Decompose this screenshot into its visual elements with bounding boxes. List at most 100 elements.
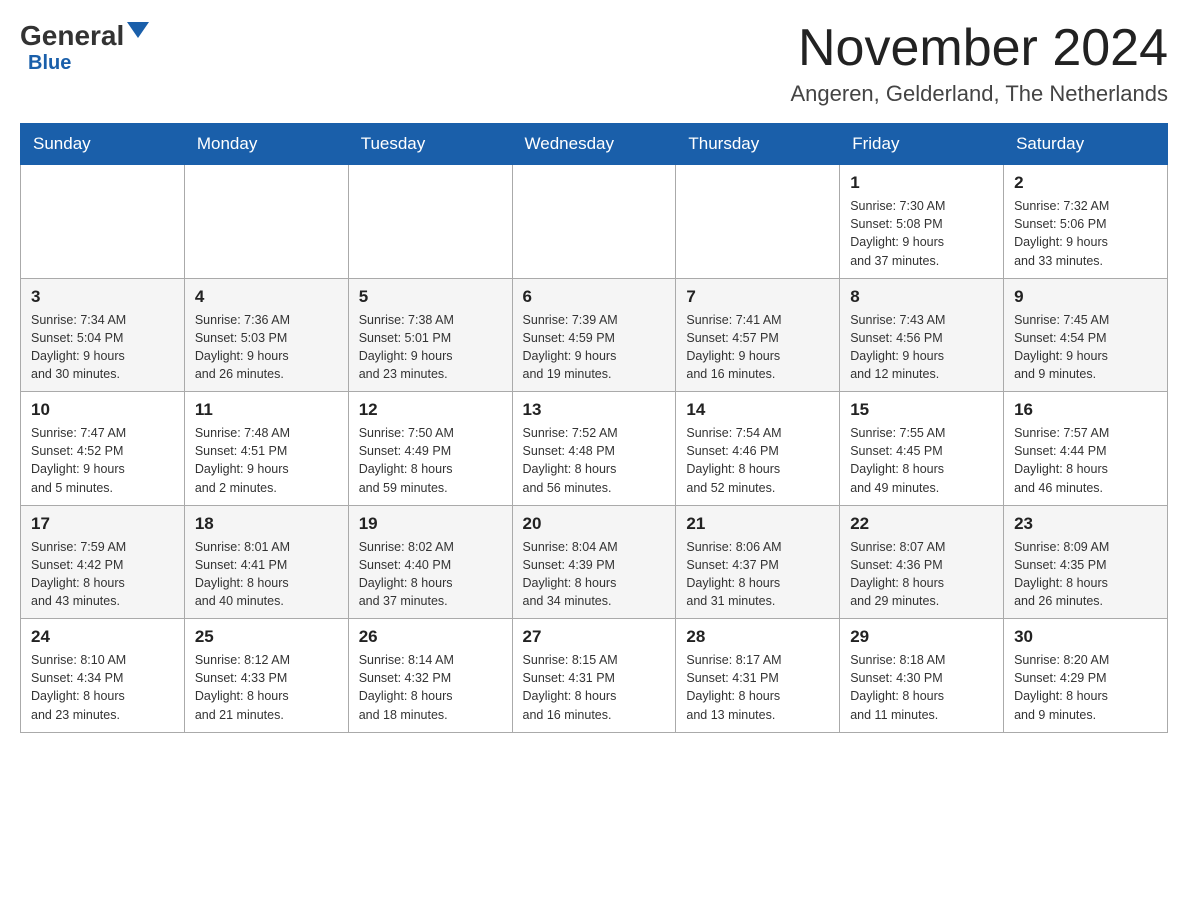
calendar-cell-w1-d2 (184, 165, 348, 279)
calendar-cell-w4-d6: 22 Sunrise: 8:07 AMSunset: 4:36 PMDayligh… (840, 505, 1004, 619)
calendar-cell-w1-d7: 2Sunrise: 7:32 AMSunset: 5:06 PMDaylight… (1004, 165, 1168, 279)
calendar-cell-w1-d4 (512, 165, 676, 279)
day-info: Sunrise: 8:15 AMSunset: 4:31 PMDaylight:… (523, 651, 666, 724)
day-number: 22 (850, 514, 993, 534)
day-info: Sunrise: 7:47 AMSunset: 4:52 PMDaylight:… (31, 424, 174, 497)
day-info: Sunrise: 7:54 AMSunset: 4:46 PMDaylight:… (686, 424, 829, 497)
calendar-cell-w2-d7: 9 Sunrise: 7:45 AMSunset: 4:54 PMDaylight… (1004, 278, 1168, 392)
day-number: 19 (359, 514, 502, 534)
calendar-cell-w4-d5: 21 Sunrise: 8:06 AMSunset: 4:37 PMDayligh… (676, 505, 840, 619)
calendar-cell-w5-d7: 30Sunrise: 8:20 AMSunset: 4:29 PMDayligh… (1004, 619, 1168, 733)
calendar-cell-w2-d6: 8Sunrise: 7:43 AMSunset: 4:56 PMDaylight… (840, 278, 1004, 392)
col-monday: Monday (184, 124, 348, 165)
calendar-cell-w3-d6: 15 Sunrise: 7:55 AMSunset: 4:45 PMDayligh… (840, 392, 1004, 506)
col-sunday: Sunday (21, 124, 185, 165)
calendar-cell-w5-d2: 25 Sunrise: 8:12 AMSunset: 4:33 PMDayligh… (184, 619, 348, 733)
day-number: 9 (1014, 287, 1157, 307)
day-number: 20 (523, 514, 666, 534)
calendar-header-row: Sunday Monday Tuesday Wednesday Thursday… (21, 124, 1168, 165)
day-info: Sunrise: 8:07 AMSunset: 4:36 PMDaylight:… (850, 538, 993, 611)
logo-icon (124, 28, 149, 44)
day-number: 7 (686, 287, 829, 307)
page-header: General Blue November 2024 Angeren, Geld… (20, 20, 1168, 107)
calendar-cell-w1-d5 (676, 165, 840, 279)
calendar-cell-w4-d2: 18 Sunrise: 8:01 AMSunset: 4:41 PMDayligh… (184, 505, 348, 619)
day-number: 12 (359, 400, 502, 420)
day-info: Sunrise: 8:14 AMSunset: 4:32 PMDaylight:… (359, 651, 502, 724)
calendar-cell-w4-d4: 20Sunrise: 8:04 AMSunset: 4:39 PMDayligh… (512, 505, 676, 619)
day-info: Sunrise: 7:55 AMSunset: 4:45 PMDaylight:… (850, 424, 993, 497)
col-tuesday: Tuesday (348, 124, 512, 165)
calendar-cell-w1-d3 (348, 165, 512, 279)
day-info: Sunrise: 7:38 AMSunset: 5:01 PMDaylight:… (359, 311, 502, 384)
day-info: Sunrise: 8:09 AMSunset: 4:35 PMDaylight:… (1014, 538, 1157, 611)
calendar-cell-w2-d3: 5 Sunrise: 7:38 AMSunset: 5:01 PMDaylight… (348, 278, 512, 392)
day-info: Sunrise: 8:12 AMSunset: 4:33 PMDaylight:… (195, 651, 338, 724)
calendar-cell-w4-d3: 19 Sunrise: 8:02 AMSunset: 4:40 PMDayligh… (348, 505, 512, 619)
day-number: 25 (195, 627, 338, 647)
calendar-cell-w4-d1: 17 Sunrise: 7:59 AMSunset: 4:42 PMDayligh… (21, 505, 185, 619)
day-info: Sunrise: 7:59 AMSunset: 4:42 PMDaylight:… (31, 538, 174, 611)
day-info: Sunrise: 8:02 AMSunset: 4:40 PMDaylight:… (359, 538, 502, 611)
calendar-cell-w1-d1 (21, 165, 185, 279)
calendar-cell-w3-d2: 11 Sunrise: 7:48 AMSunset: 4:51 PMDayligh… (184, 392, 348, 506)
col-wednesday: Wednesday (512, 124, 676, 165)
calendar-cell-w5-d1: 24 Sunrise: 8:10 AMSunset: 4:34 PMDayligh… (21, 619, 185, 733)
day-info: Sunrise: 7:39 AMSunset: 4:59 PMDaylight:… (523, 311, 666, 384)
calendar-cell-w2-d2: 4 Sunrise: 7:36 AMSunset: 5:03 PMDaylight… (184, 278, 348, 392)
day-number: 16 (1014, 400, 1157, 420)
day-number: 3 (31, 287, 174, 307)
day-info: Sunrise: 7:45 AMSunset: 4:54 PMDaylight:… (1014, 311, 1157, 384)
calendar-week-5: 24 Sunrise: 8:10 AMSunset: 4:34 PMDayligh… (21, 619, 1168, 733)
calendar-cell-w3-d5: 14Sunrise: 7:54 AMSunset: 4:46 PMDayligh… (676, 392, 840, 506)
calendar-week-2: 3 Sunrise: 7:34 AMSunset: 5:04 PMDaylight… (21, 278, 1168, 392)
calendar-cell-w5-d4: 27Sunrise: 8:15 AMSunset: 4:31 PMDayligh… (512, 619, 676, 733)
day-number: 15 (850, 400, 993, 420)
day-info: Sunrise: 7:36 AMSunset: 5:03 PMDaylight:… (195, 311, 338, 384)
calendar-cell-w5-d5: 28Sunrise: 8:17 AMSunset: 4:31 PMDayligh… (676, 619, 840, 733)
day-number: 13 (523, 400, 666, 420)
month-title: November 2024 (790, 20, 1168, 77)
logo: General Blue (20, 20, 149, 75)
day-number: 29 (850, 627, 993, 647)
day-info: Sunrise: 7:50 AMSunset: 4:49 PMDaylight:… (359, 424, 502, 497)
logo-general-text: General (20, 20, 124, 52)
day-info: Sunrise: 8:01 AMSunset: 4:41 PMDaylight:… (195, 538, 338, 611)
calendar-cell-w3-d4: 13Sunrise: 7:52 AMSunset: 4:48 PMDayligh… (512, 392, 676, 506)
day-info: Sunrise: 7:32 AMSunset: 5:06 PMDaylight:… (1014, 197, 1157, 270)
calendar-table: Sunday Monday Tuesday Wednesday Thursday… (20, 123, 1168, 733)
day-info: Sunrise: 8:20 AMSunset: 4:29 PMDaylight:… (1014, 651, 1157, 724)
col-thursday: Thursday (676, 124, 840, 165)
calendar-cell-w3-d1: 10Sunrise: 7:47 AMSunset: 4:52 PMDayligh… (21, 392, 185, 506)
day-info: Sunrise: 8:06 AMSunset: 4:37 PMDaylight:… (686, 538, 829, 611)
day-info: Sunrise: 7:57 AMSunset: 4:44 PMDaylight:… (1014, 424, 1157, 497)
day-info: Sunrise: 8:10 AMSunset: 4:34 PMDaylight:… (31, 651, 174, 724)
calendar-week-1: 1Sunrise: 7:30 AMSunset: 5:08 PMDaylight… (21, 165, 1168, 279)
calendar-cell-w4-d7: 23 Sunrise: 8:09 AMSunset: 4:35 PMDayligh… (1004, 505, 1168, 619)
location-subtitle: Angeren, Gelderland, The Netherlands (790, 81, 1168, 107)
day-info: Sunrise: 8:17 AMSunset: 4:31 PMDaylight:… (686, 651, 829, 724)
calendar-cell-w5-d6: 29Sunrise: 8:18 AMSunset: 4:30 PMDayligh… (840, 619, 1004, 733)
day-number: 24 (31, 627, 174, 647)
day-number: 23 (1014, 514, 1157, 534)
calendar-cell-w2-d4: 6 Sunrise: 7:39 AMSunset: 4:59 PMDaylight… (512, 278, 676, 392)
day-number: 21 (686, 514, 829, 534)
day-number: 11 (195, 400, 338, 420)
title-section: November 2024 Angeren, Gelderland, The N… (790, 20, 1168, 107)
calendar-cell-w2-d5: 7 Sunrise: 7:41 AMSunset: 4:57 PMDaylight… (676, 278, 840, 392)
day-number: 1 (850, 173, 993, 193)
day-info: Sunrise: 7:41 AMSunset: 4:57 PMDaylight:… (686, 311, 829, 384)
day-number: 18 (195, 514, 338, 534)
calendar-cell-w5-d3: 26Sunrise: 8:14 AMSunset: 4:32 PMDayligh… (348, 619, 512, 733)
day-number: 8 (850, 287, 993, 307)
day-number: 4 (195, 287, 338, 307)
col-friday: Friday (840, 124, 1004, 165)
col-saturday: Saturday (1004, 124, 1168, 165)
day-number: 5 (359, 287, 502, 307)
calendar-week-4: 17 Sunrise: 7:59 AMSunset: 4:42 PMDayligh… (21, 505, 1168, 619)
day-number: 6 (523, 287, 666, 307)
day-info: Sunrise: 7:34 AMSunset: 5:04 PMDaylight:… (31, 311, 174, 384)
logo-blue-text: Blue (28, 52, 71, 74)
day-number: 17 (31, 514, 174, 534)
day-info: Sunrise: 7:48 AMSunset: 4:51 PMDaylight:… (195, 424, 338, 497)
